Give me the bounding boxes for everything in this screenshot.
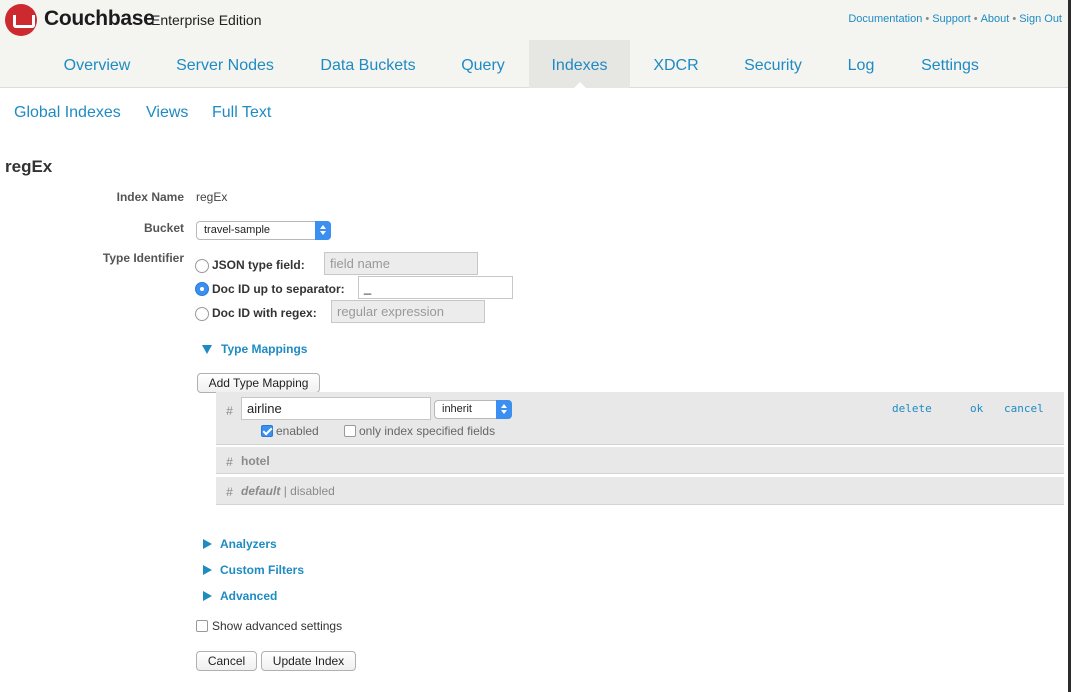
docid-regex-radio[interactable] xyxy=(195,307,209,321)
nav-log[interactable]: Log xyxy=(838,40,884,88)
link-separator: • xyxy=(1012,13,1017,25)
mapping-ok-link[interactable]: ok xyxy=(970,402,983,415)
mapping-name: hotel xyxy=(241,454,270,468)
hash-icon: # xyxy=(226,404,233,418)
nav-server-nodes[interactable]: Server Nodes xyxy=(166,40,284,88)
about-link[interactable]: About xyxy=(981,13,1010,25)
select-arrows-icon xyxy=(315,221,331,240)
default-mapping-label: default | disabled xyxy=(241,484,335,498)
select-arrows-icon xyxy=(496,400,512,419)
page-title: regEx xyxy=(5,157,53,176)
json-type-label: JSON type field: xyxy=(212,258,305,272)
enabled-label: enabled xyxy=(276,424,319,438)
expanded-triangle-icon[interactable] xyxy=(202,345,212,354)
type-identifier-label: Type Identifier xyxy=(102,251,184,265)
analyzers-toggle[interactable]: Analyzers xyxy=(220,537,277,551)
docid-regex-label: Doc ID with regex: xyxy=(212,306,317,320)
header-links: Documentation • Support • About • Sign Out xyxy=(848,13,1062,25)
subnav-views[interactable]: Views xyxy=(146,104,188,122)
collapsed-triangle-icon[interactable] xyxy=(203,591,212,601)
brand-name: Couchbase xyxy=(44,7,155,30)
json-type-radio[interactable] xyxy=(195,259,209,273)
nav-query[interactable]: Query xyxy=(448,40,518,88)
subnav-full-text[interactable]: Full Text xyxy=(212,104,271,122)
index-name-label: Index Name xyxy=(116,190,184,204)
main-nav: Overview Server Nodes Data Buckets Query… xyxy=(0,40,1068,89)
only-specified-label: only index specified fields xyxy=(359,424,496,438)
hash-icon: # xyxy=(226,455,233,469)
update-index-button[interactable]: Update Index xyxy=(261,651,356,671)
docid-separator-radio[interactable] xyxy=(195,282,209,296)
mapping-name: default xyxy=(241,484,281,498)
type-mapping-row[interactable]: # default | disabled xyxy=(216,477,1064,505)
json-type-input[interactable]: field name xyxy=(324,252,478,275)
enabled-checkbox[interactable] xyxy=(261,425,273,437)
type-mapping-edit-row: # airline inherit delete ok cancel enabl… xyxy=(216,392,1064,445)
docid-separator-input[interactable]: _ xyxy=(358,276,513,299)
top-header: Couchbase Enterprise Edition Documentati… xyxy=(0,0,1068,40)
link-separator: • xyxy=(973,13,978,25)
docid-separator-label: Doc ID up to separator: xyxy=(212,282,345,296)
index-name-value: regEx xyxy=(196,190,228,204)
bucket-label: Bucket xyxy=(143,221,184,235)
support-link[interactable]: Support xyxy=(932,13,971,25)
nav-xdcr[interactable]: XDCR xyxy=(643,40,709,88)
add-type-mapping-button[interactable]: Add Type Mapping xyxy=(197,373,320,393)
sign-out-link[interactable]: Sign Out xyxy=(1019,13,1062,25)
subnav-global-indexes[interactable]: Global Indexes xyxy=(14,104,121,122)
collapsed-triangle-icon[interactable] xyxy=(203,565,212,575)
show-advanced-checkbox[interactable] xyxy=(196,620,208,632)
hash-icon: # xyxy=(226,485,233,499)
show-advanced-label: Show advanced settings xyxy=(212,619,343,633)
collapsed-triangle-icon[interactable] xyxy=(203,539,212,549)
nav-settings[interactable]: Settings xyxy=(910,40,990,88)
bucket-select[interactable]: travel-sample xyxy=(196,221,331,240)
mapping-analyzer-value: inherit xyxy=(442,403,472,415)
only-specified-checkbox[interactable] xyxy=(344,425,356,437)
mapping-name-input[interactable]: airline xyxy=(241,397,431,420)
couchbase-logo-icon xyxy=(5,4,37,36)
cancel-button[interactable]: Cancel xyxy=(196,651,257,671)
docid-regex-input[interactable]: regular expression xyxy=(331,300,485,323)
type-mappings-toggle[interactable]: Type Mappings xyxy=(221,342,307,356)
mapping-analyzer-select[interactable]: inherit xyxy=(434,400,512,419)
nav-data-buckets[interactable]: Data Buckets xyxy=(308,40,428,88)
advanced-toggle[interactable]: Advanced xyxy=(220,589,277,603)
documentation-link[interactable]: Documentation xyxy=(848,13,922,25)
edition-label: Enterprise Edition xyxy=(151,12,262,28)
custom-filters-toggle[interactable]: Custom Filters xyxy=(220,563,304,577)
mapping-status: | disabled xyxy=(283,484,335,498)
nav-overview[interactable]: Overview xyxy=(48,40,146,88)
type-mapping-row[interactable]: # hotel xyxy=(216,447,1064,474)
mapping-cancel-link[interactable]: cancel xyxy=(1004,402,1044,415)
link-separator: • xyxy=(925,13,930,25)
nav-indexes[interactable]: Indexes xyxy=(529,40,630,89)
bucket-select-value: travel-sample xyxy=(204,224,271,236)
mapping-delete-link[interactable]: delete xyxy=(892,402,932,415)
nav-security[interactable]: Security xyxy=(733,40,813,88)
